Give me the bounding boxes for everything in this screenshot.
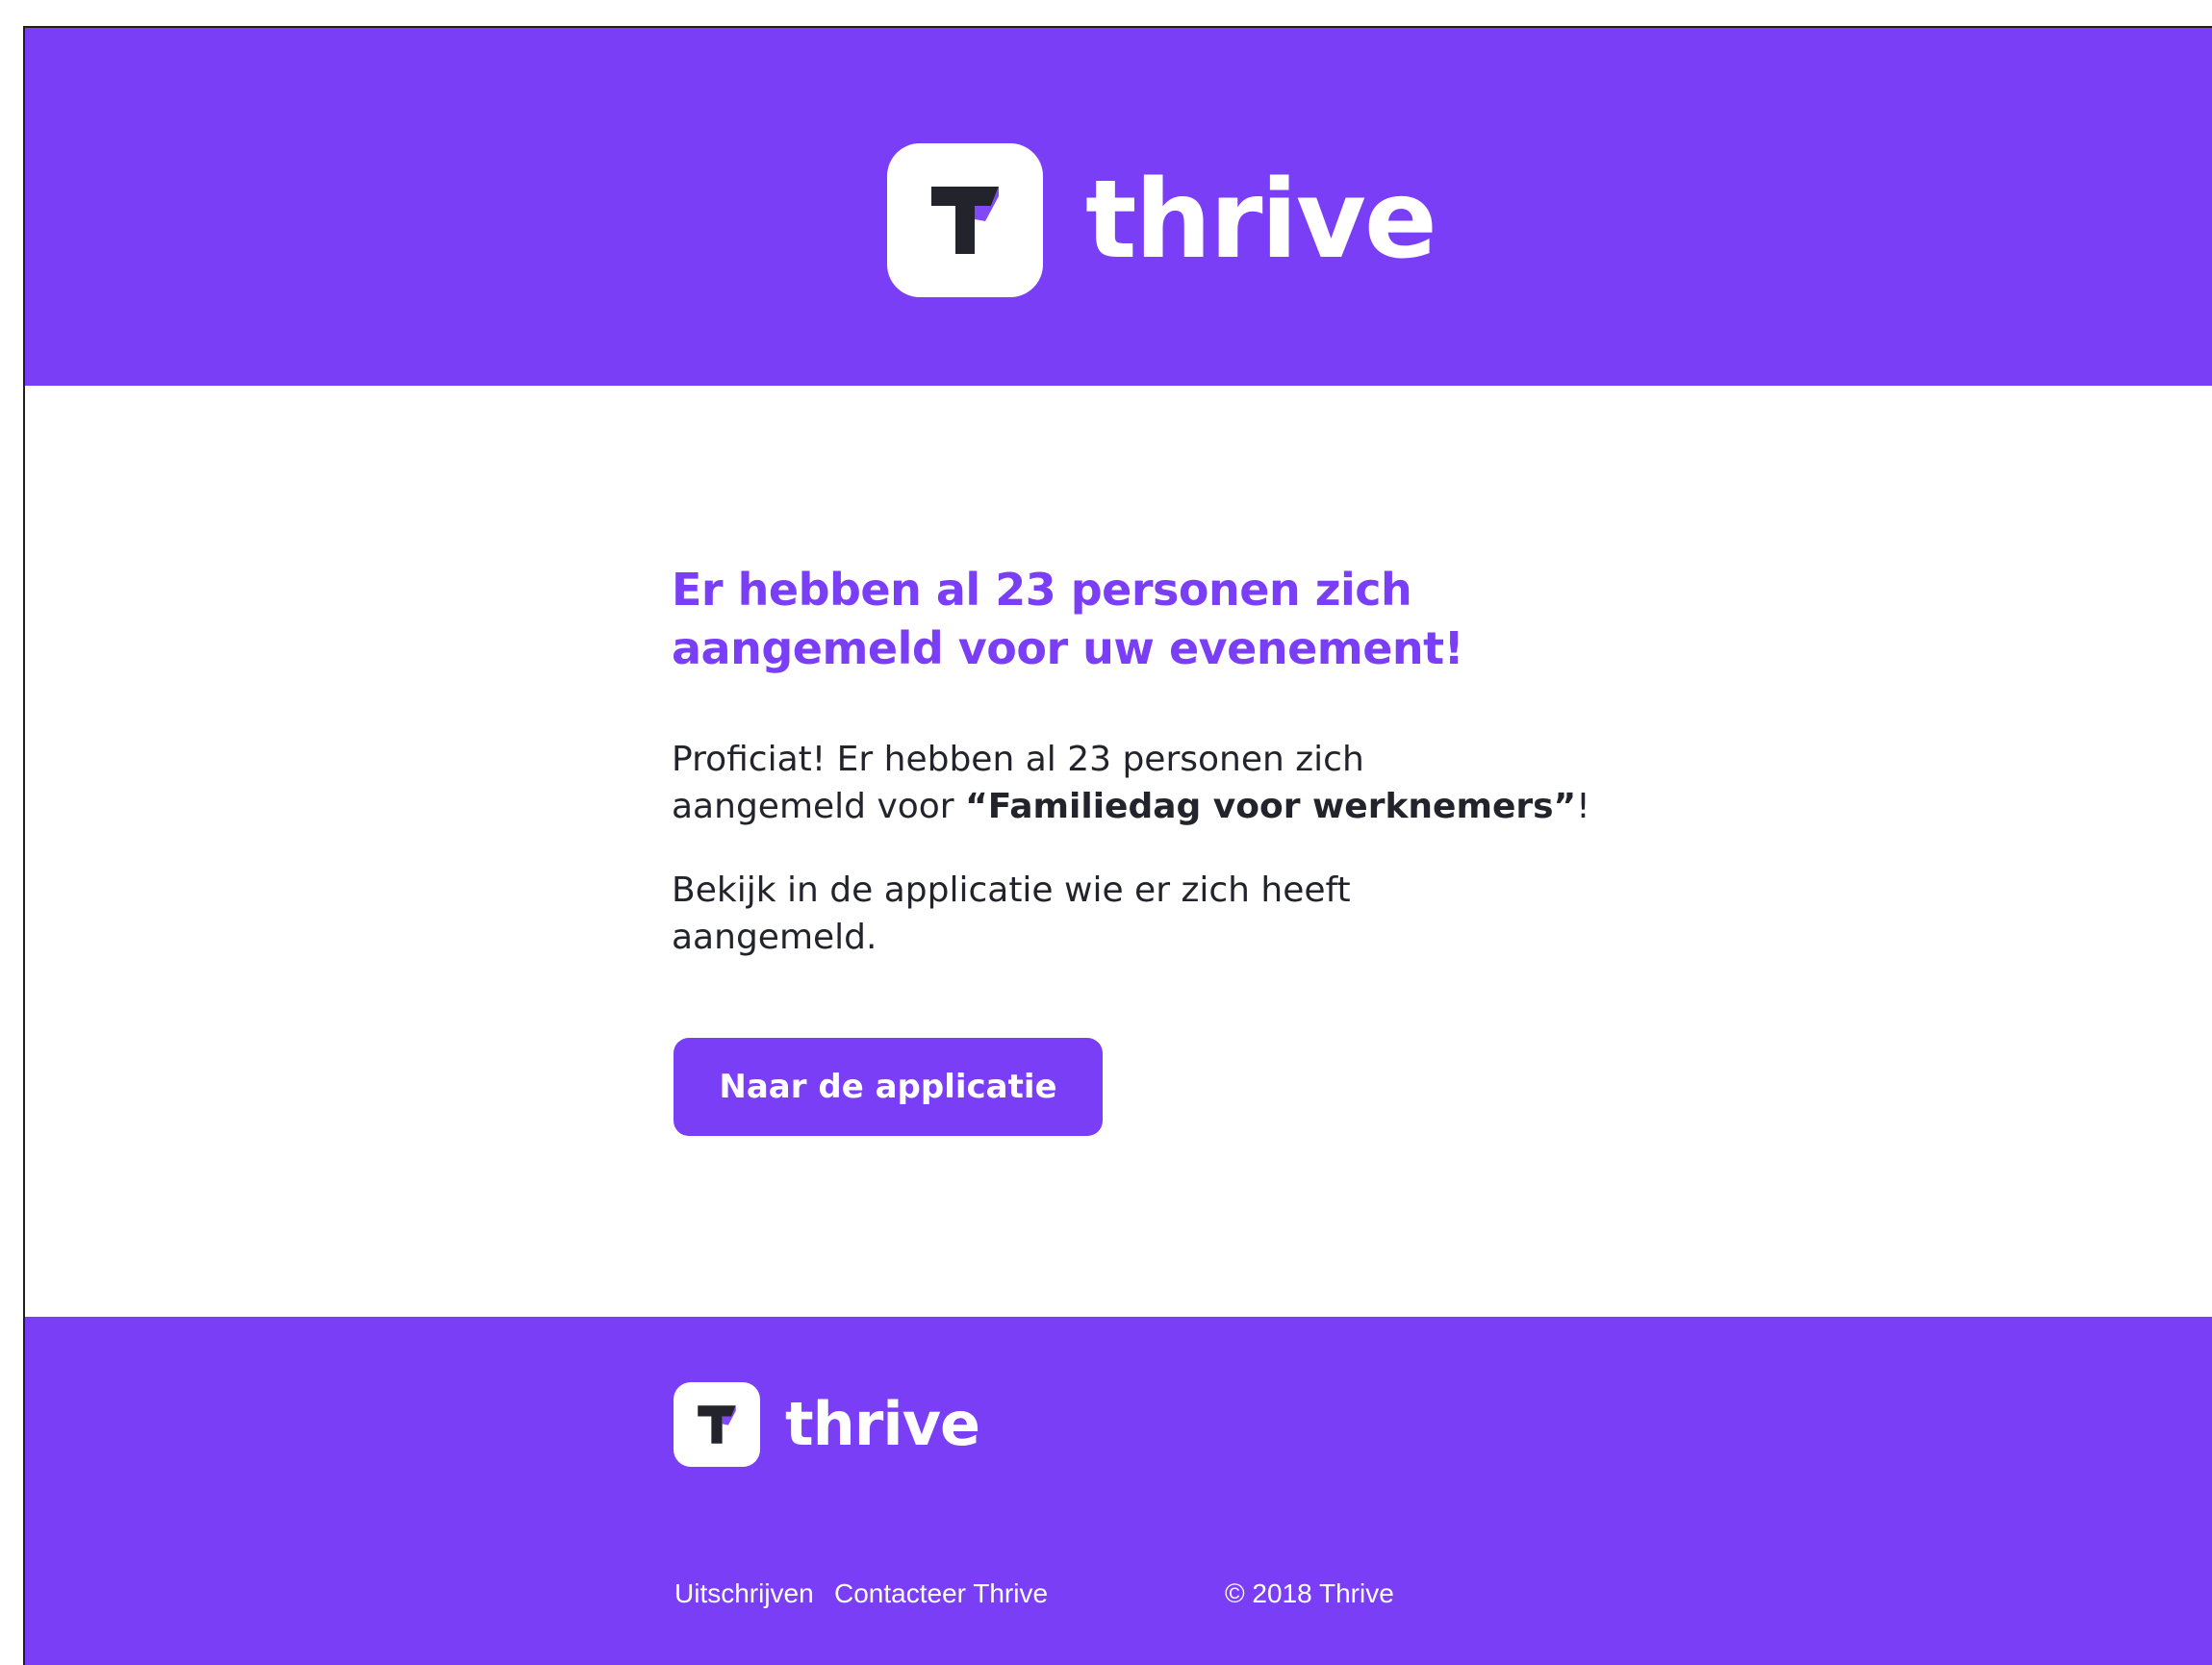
header-logo-wordmark: thrive (1085, 158, 1437, 283)
info-line-1: Bekijk in de applicatie wie er zich heef… (672, 870, 1351, 910)
footer-links: Uitschrijven Contacteer Thrive © 2018 Th… (674, 1578, 1394, 1609)
congrats-line-1: Proficiat! Er hebben al 23 personen zich (672, 740, 1364, 779)
event-name: “Familiedag voor werknemers” (965, 787, 1577, 826)
footer-logo[interactable]: thrive (674, 1382, 980, 1467)
email-footer: thrive Uitschrijven Contacteer Thrive © … (25, 1317, 2212, 1665)
email-body: Er hebben al 23 personen zich aangemeld … (25, 386, 2212, 1317)
thrive-t-icon (887, 143, 1043, 297)
congrats-line-2-suffix: ! (1576, 787, 1590, 826)
email-content: Er hebben al 23 personen zich aangemeld … (672, 561, 1615, 1136)
headline-line-2: aangemeld voor uw evenement! (672, 622, 1464, 674)
thrive-t-glyph (698, 1405, 736, 1444)
open-application-button[interactable]: Naar de applicatie (674, 1038, 1103, 1136)
info-line-2: aangemeld. (672, 918, 877, 957)
headline-line-1: Er hebben al 23 personen zich (672, 564, 1412, 616)
contact-link[interactable]: Contacteer Thrive (834, 1578, 1225, 1609)
thrive-t-icon (674, 1382, 760, 1467)
email-page: thrive Er hebben al 23 personen zich aan… (0, 0, 2212, 1665)
header-logo[interactable]: thrive (887, 143, 1437, 297)
footer-logo-wordmark: thrive (785, 1389, 980, 1459)
unsubscribe-link[interactable]: Uitschrijven (674, 1578, 834, 1609)
thrive-t-glyph (931, 187, 999, 254)
info-paragraph: Bekijk in de applicatie wie er zich heef… (672, 867, 1615, 961)
congrats-line-2-prefix: aangemeld voor (672, 787, 966, 826)
headline: Er hebben al 23 personen zich aangemeld … (672, 561, 1615, 678)
email-header: thrive (25, 28, 2212, 386)
congrats-paragraph: Proficiat! Er hebben al 23 personen zich… (672, 736, 1615, 830)
copyright-text: © 2018 Thrive (1225, 1578, 1394, 1608)
